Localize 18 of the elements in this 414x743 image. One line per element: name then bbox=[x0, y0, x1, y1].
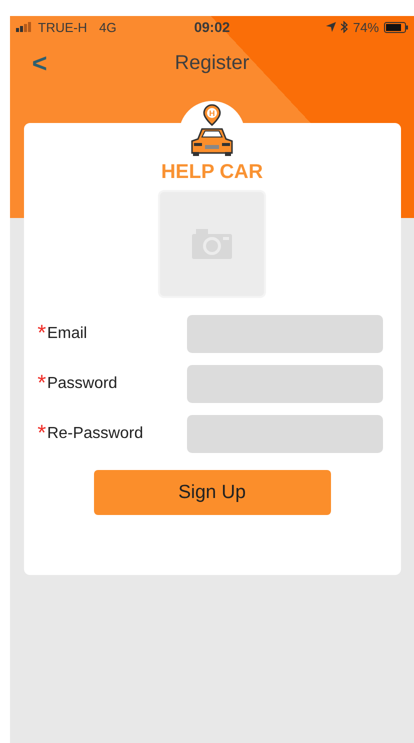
field-label: *Password bbox=[38, 375, 118, 393]
signal-icon bbox=[16, 22, 32, 32]
field-label: *Email bbox=[38, 325, 88, 343]
location-icon bbox=[326, 22, 336, 32]
battery-icon bbox=[384, 22, 408, 32]
carrier-name: TRUE-H bbox=[38, 20, 88, 34]
field-label: *Re-Password bbox=[38, 425, 144, 443]
page-title: Register bbox=[174, 52, 250, 74]
network-type: 4G bbox=[99, 20, 116, 34]
input-field[interactable] bbox=[186, 415, 382, 453]
input-field[interactable] bbox=[186, 315, 382, 353]
input-field[interactable] bbox=[186, 365, 382, 403]
battery-percent: 74% bbox=[352, 20, 379, 34]
photo-upload-button[interactable] bbox=[158, 190, 266, 298]
brand-name: HELP CAR bbox=[161, 161, 263, 184]
bluetooth-icon bbox=[340, 21, 348, 33]
sign-up-button[interactable]: Sign Up bbox=[94, 470, 330, 515]
clock: 09:02 bbox=[194, 19, 230, 35]
